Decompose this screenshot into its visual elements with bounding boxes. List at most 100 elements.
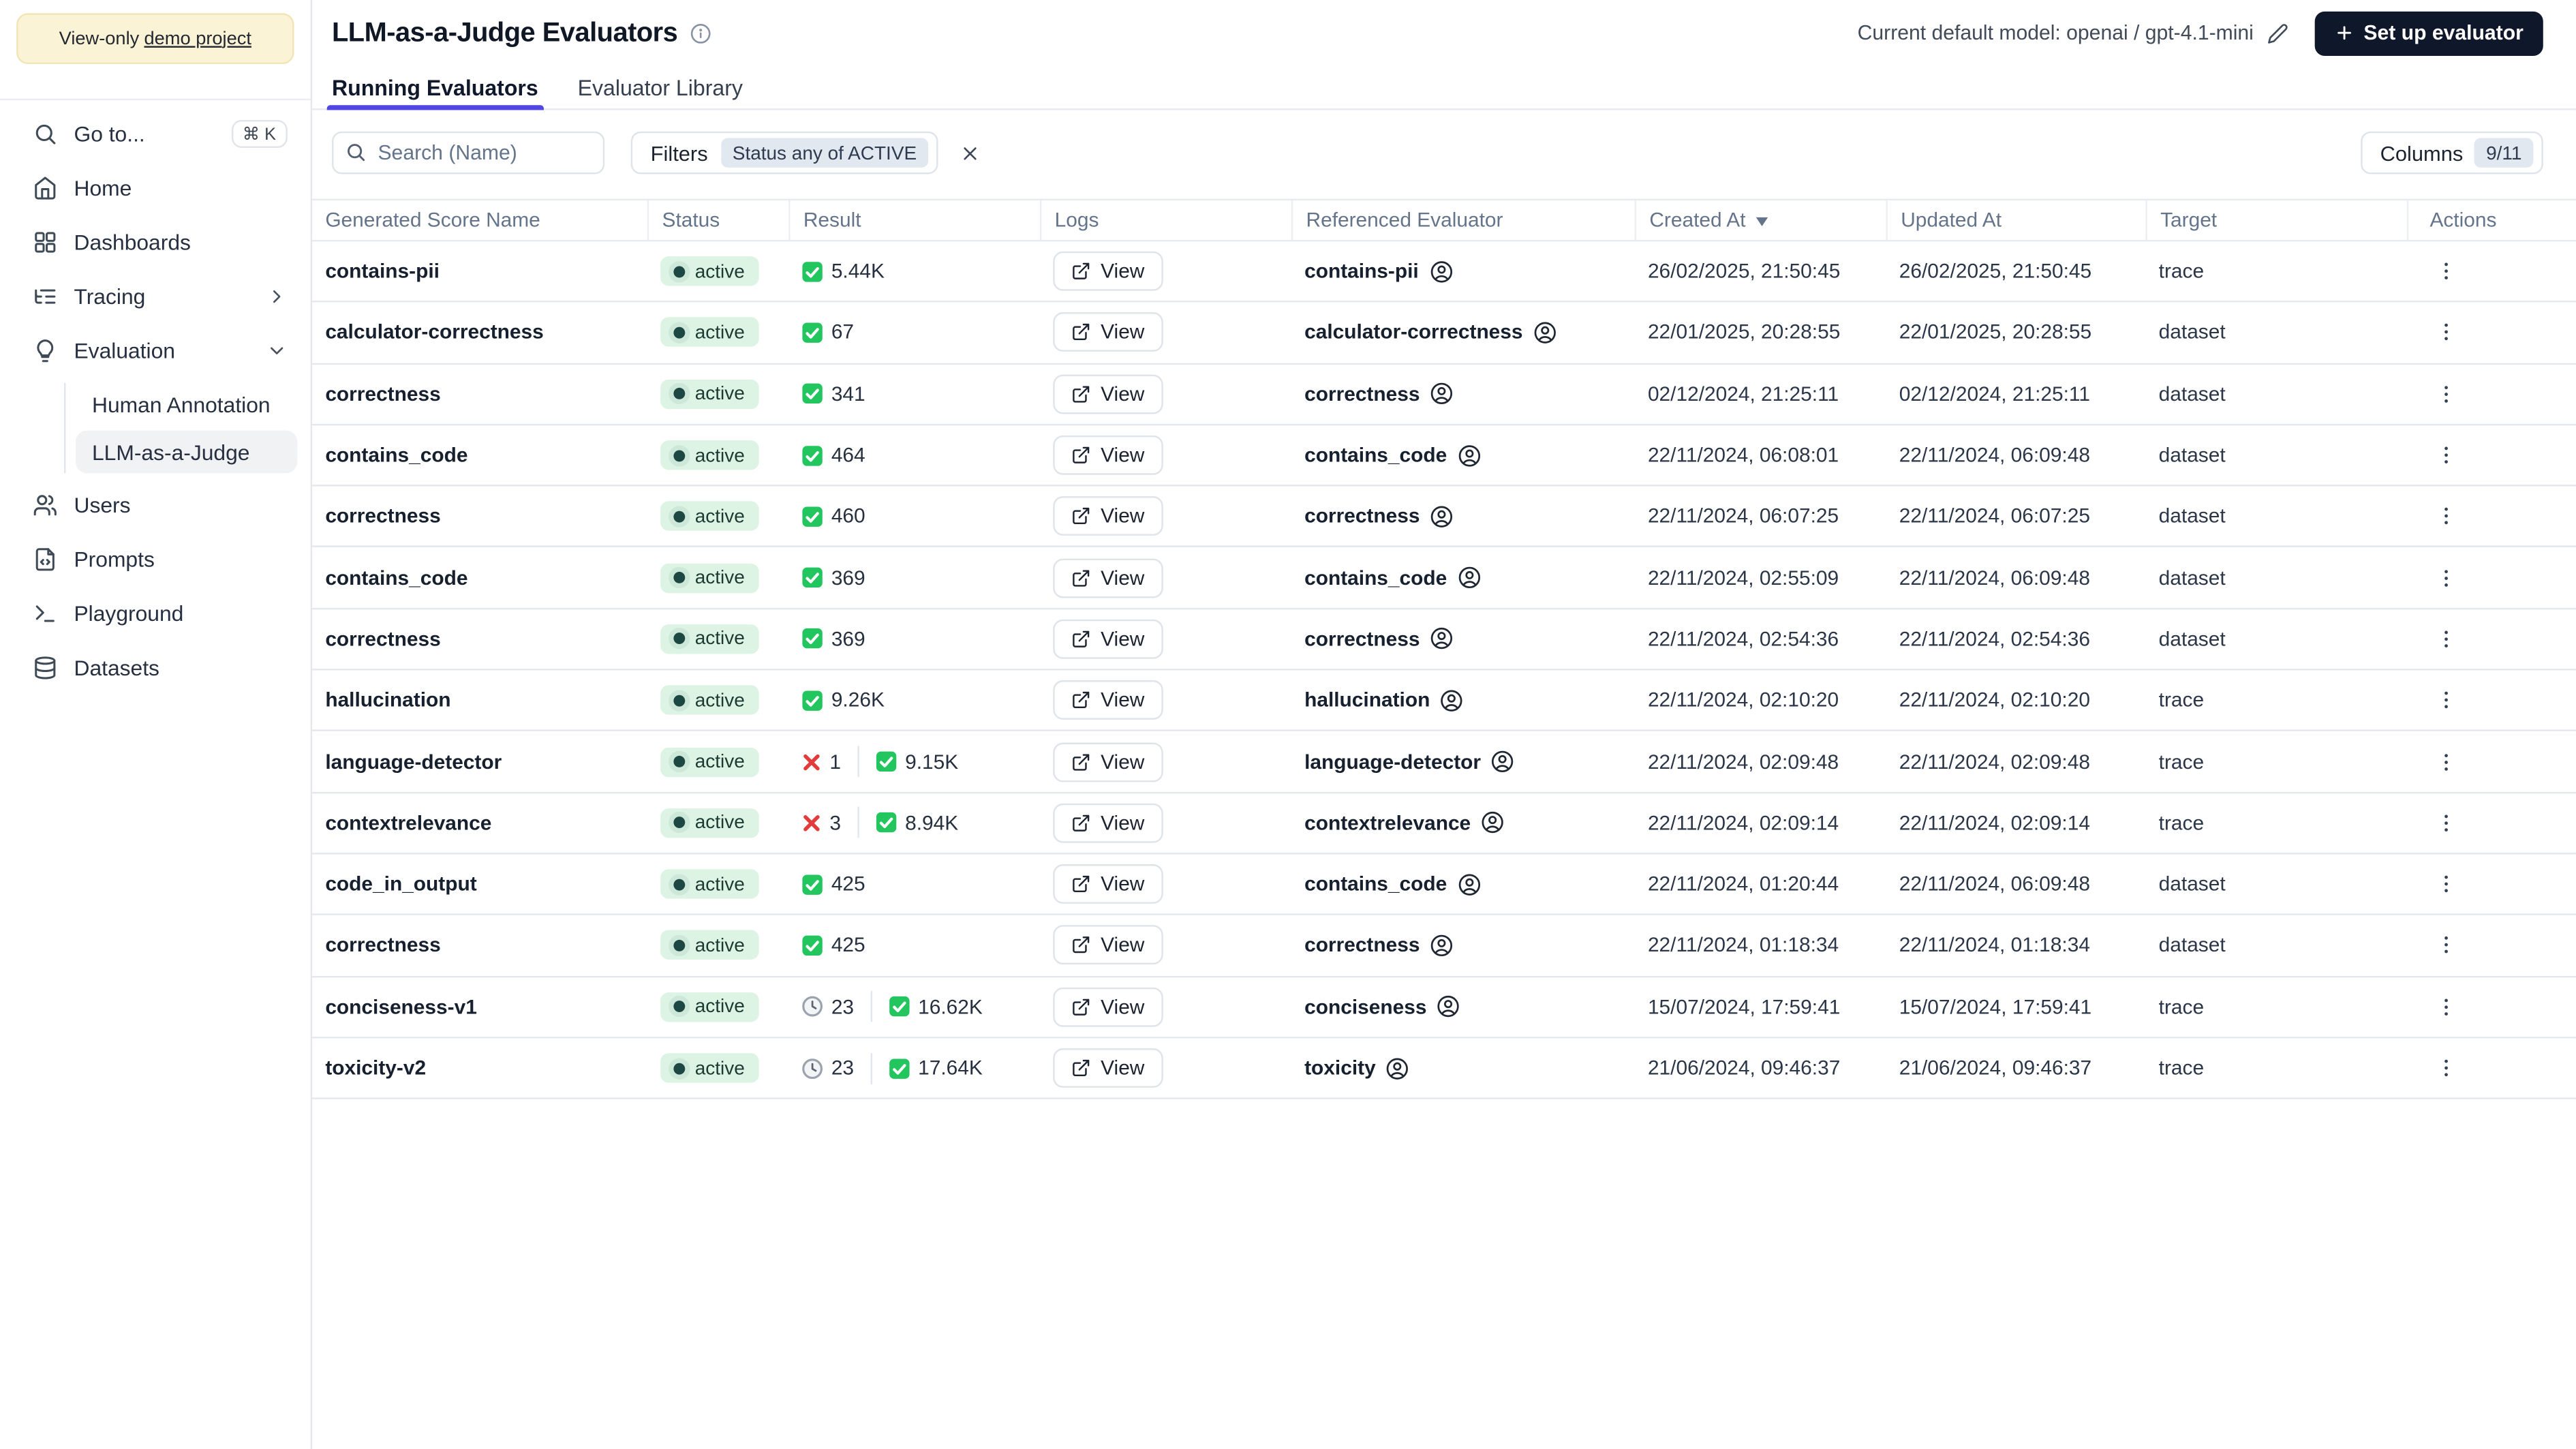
score-name: toxicity-v2 [325, 1056, 427, 1080]
table-row: calculator-correctness active 67 View ca… [312, 303, 2576, 365]
sidebar-item-tracing[interactable]: Tracing [13, 275, 297, 319]
row-actions-menu[interactable] [2428, 621, 2464, 657]
external-link-icon [1071, 752, 1091, 772]
search-input[interactable] [331, 131, 605, 174]
tab-running-evaluators[interactable]: Running Evaluators [326, 65, 542, 110]
sidebar-nav: Go to... ⌘ K Home Dashboards Tracing Eva… [0, 112, 311, 700]
sidebar-item-dashboards[interactable]: Dashboards [13, 220, 297, 264]
column-header-referenced-evaluator[interactable]: Referenced Evaluator [1291, 200, 1635, 240]
sidebar-item-human-annotation[interactable]: Human Annotation [76, 383, 297, 426]
row-actions-menu[interactable] [2428, 437, 2464, 473]
row-actions-menu[interactable] [2428, 498, 2464, 534]
row-actions-menu[interactable] [2428, 376, 2464, 412]
view-logs-button[interactable]: View [1053, 496, 1163, 536]
row-actions-menu[interactable] [2428, 805, 2464, 841]
sidebar-item-label: LLM-as-a-Judge [91, 439, 250, 465]
view-logs-button[interactable]: View [1053, 926, 1163, 966]
view-logs-button[interactable]: View [1053, 374, 1163, 414]
column-header-generated-score-name[interactable]: Generated Score Name [312, 200, 647, 240]
status-badge: active [660, 562, 760, 593]
sort-desc-icon [1754, 213, 1769, 228]
row-actions-menu[interactable] [2428, 560, 2464, 596]
column-header-updated-at[interactable]: Updated At [1886, 200, 2145, 240]
result-count: 23 [831, 995, 855, 1018]
column-header-status[interactable]: Status [647, 200, 788, 240]
result-segment: 1 [801, 750, 841, 773]
status-dot-icon [673, 388, 686, 400]
setup-evaluator-button[interactable]: Set up evaluator [2314, 10, 2543, 55]
tab-evaluator-library[interactable]: Evaluator Library [578, 65, 743, 108]
clear-filters-icon[interactable] [960, 142, 981, 164]
score-name: hallucination [325, 688, 451, 712]
row-actions-menu[interactable] [2428, 928, 2464, 964]
view-label: View [1101, 1056, 1145, 1080]
status-label: active [694, 260, 745, 282]
result-segment: 425 [801, 934, 865, 957]
sidebar-item-evaluation[interactable]: Evaluation [13, 329, 297, 373]
table-row: contains-pii active 5.44K View contains-… [312, 241, 2576, 303]
info-icon[interactable] [691, 22, 712, 44]
row-actions-menu[interactable] [2428, 989, 2464, 1025]
row-actions-menu[interactable] [2428, 315, 2464, 351]
status-badge: active [660, 379, 760, 409]
status-dot-icon [673, 633, 686, 645]
updated-at-cell: 22/11/2024, 06:09:48 [1899, 872, 2090, 896]
target-cell: dataset [2158, 321, 2226, 344]
external-link-icon [1071, 936, 1091, 956]
external-link-icon [1071, 445, 1091, 465]
sidebar-item-playground[interactable]: Playground [13, 592, 297, 636]
row-actions-menu[interactable] [2428, 866, 2464, 902]
sidebar-item-datasets[interactable]: Datasets [13, 645, 297, 690]
referenced-evaluator-cell: conciseness [1291, 977, 1635, 1037]
search-icon [345, 141, 366, 170]
column-header-created-at[interactable]: Created At [1634, 200, 1886, 240]
user-circle-icon [1457, 443, 1482, 468]
view-logs-button[interactable]: View [1053, 864, 1163, 904]
view-logs-button[interactable]: View [1053, 619, 1163, 659]
sidebar-item-users[interactable]: Users [13, 483, 297, 528]
result-cell: 67 [788, 303, 1040, 363]
row-actions-menu[interactable] [2428, 744, 2464, 780]
user-circle-icon [1437, 994, 1461, 1019]
view-label: View [1101, 750, 1145, 774]
demo-project-banner: View-only demo project [16, 13, 294, 65]
user-circle-icon [1481, 810, 1505, 835]
sidebar-item-llm-as-a-judge[interactable]: LLM-as-a-Judge [75, 430, 298, 474]
referenced-evaluator-cell: correctness [1291, 364, 1635, 424]
demo-project-link[interactable]: demo project [144, 29, 251, 48]
score-name: contextrelevance [325, 811, 492, 835]
view-logs-button[interactable]: View [1053, 435, 1163, 475]
external-link-icon [1071, 997, 1091, 1017]
view-logs-button[interactable]: View [1053, 803, 1163, 843]
status-badge: active [660, 318, 760, 348]
evaluators-table: Generated Score Name Status Result Logs … [312, 198, 2576, 1100]
row-actions-menu[interactable] [2428, 254, 2464, 290]
column-header-result[interactable]: Result [788, 200, 1040, 240]
row-actions-menu[interactable] [2428, 1050, 2464, 1086]
search-box [331, 131, 605, 174]
status-label: active [694, 689, 745, 712]
filters-button[interactable]: Filters Status any of ACTIVE [630, 131, 938, 174]
column-header-target[interactable]: Target [2145, 200, 2406, 240]
row-actions-menu[interactable] [2428, 682, 2464, 718]
view-logs-button[interactable]: View [1053, 742, 1163, 782]
view-logs-button[interactable]: View [1053, 313, 1163, 352]
columns-button[interactable]: Columns 9/11 [2360, 131, 2543, 174]
sidebar-item-home[interactable]: Home [13, 166, 297, 210]
result-cell: 369 [788, 548, 1040, 608]
view-logs-button[interactable]: View [1053, 680, 1163, 720]
column-header-actions[interactable]: Actions [2406, 200, 2576, 240]
updated-at-cell: 15/07/2024, 17:59:41 [1899, 995, 2092, 1018]
referenced-evaluator-name: language-detector [1304, 750, 1482, 774]
view-logs-button[interactable]: View [1053, 1048, 1163, 1088]
user-circle-icon [1430, 504, 1454, 529]
result-count: 341 [831, 382, 865, 406]
view-logs-button[interactable]: View [1053, 251, 1163, 292]
column-header-logs[interactable]: Logs [1039, 200, 1291, 240]
view-logs-button[interactable]: View [1053, 558, 1163, 598]
view-logs-button[interactable]: View [1053, 987, 1163, 1026]
sidebar-item-prompts[interactable]: Prompts [13, 537, 297, 581]
list-tree-icon [33, 284, 57, 309]
edit-pencil-icon[interactable] [2267, 22, 2288, 44]
sidebar-item-go-to[interactable]: Go to... ⌘ K [13, 112, 297, 156]
